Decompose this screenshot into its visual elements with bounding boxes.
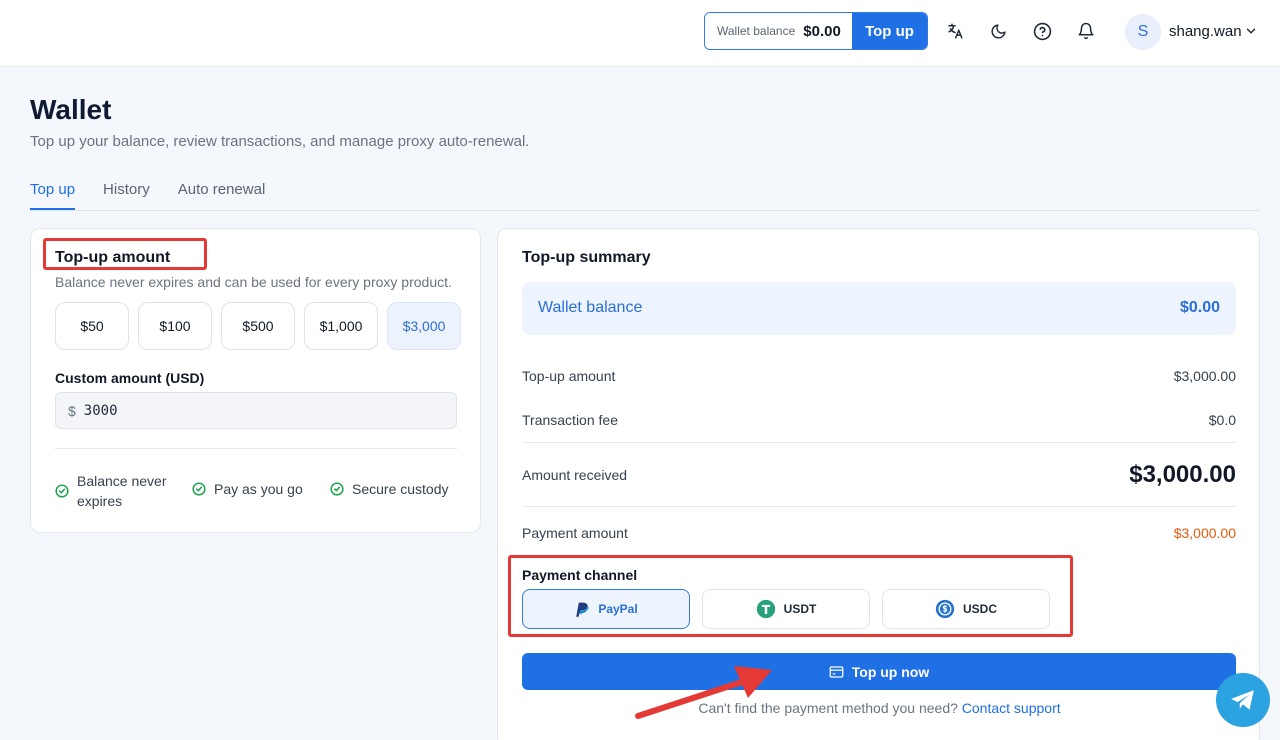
divider xyxy=(522,506,1236,507)
tab-auto-renewal[interactable]: Auto renewal xyxy=(178,181,266,210)
amount-option-3000[interactable]: $3,000 xyxy=(387,302,461,350)
amount-option-100[interactable]: $100 xyxy=(138,302,212,350)
feature-secure-custody: Secure custody xyxy=(330,481,449,497)
help-text: Can't find the payment method you need? … xyxy=(498,700,1261,716)
topup-amount-title: Top-up amount xyxy=(55,249,171,266)
tab-top-up[interactable]: Top up xyxy=(30,181,76,210)
summary-title: Top-up summary xyxy=(522,249,651,266)
channel-label: PayPal xyxy=(598,602,638,616)
custom-amount-input[interactable]: $ 3000 xyxy=(55,392,457,429)
tabs-divider xyxy=(30,210,1260,211)
topup-amount-card: Top-up amount Balance never expires and … xyxy=(30,228,481,533)
top-bar: Wallet balance $0.00 Top up S shang.wan xyxy=(0,0,1280,67)
bell-icon[interactable] xyxy=(1075,20,1097,42)
wallet-balance-value: $0.00 xyxy=(803,22,841,40)
channel-usdc[interactable]: USDC xyxy=(882,589,1050,629)
tab-bar: Top up History Auto renewal xyxy=(30,181,265,210)
summary-row-topup-amount: Top-up amount $3,000.00 xyxy=(522,368,1236,384)
channel-label: USDT xyxy=(783,602,817,616)
feature-pay-as-you-go: Pay as you go xyxy=(192,481,303,497)
check-circle-icon xyxy=(55,484,69,498)
wallet-balance-display: Wallet balance $0.00 xyxy=(705,13,852,49)
translate-icon[interactable] xyxy=(944,20,966,42)
payment-channel-label: Payment channel xyxy=(522,567,638,583)
amount-option-50[interactable]: $50 xyxy=(55,302,129,350)
channel-usdt[interactable]: USDT xyxy=(702,589,870,629)
payment-channels: PayPal USDT USDC xyxy=(522,589,1050,629)
check-circle-icon xyxy=(192,482,206,496)
amount-option-500[interactable]: $500 xyxy=(221,302,295,350)
annotation-arrow xyxy=(635,666,772,719)
wallet-balance-pill: Wallet balance $0.00 Top up xyxy=(704,12,928,50)
summary-row-fee: Transaction fee $0.0 xyxy=(522,412,1236,428)
divider xyxy=(55,448,457,449)
paypal-icon xyxy=(576,602,590,617)
page-subtitle: Top up your balance, review transactions… xyxy=(30,133,530,150)
row-label: Amount received xyxy=(522,467,628,483)
row-value: $0.0 xyxy=(1208,412,1236,428)
row-value: $3,000.00 xyxy=(1173,525,1236,541)
currency-prefix: $ xyxy=(68,402,76,419)
telegram-chat-button[interactable] xyxy=(1216,673,1270,727)
feature-label: Balance never expires xyxy=(77,473,167,509)
divider xyxy=(522,442,1236,443)
username[interactable]: shang.wan xyxy=(1169,23,1242,40)
header-topup-button[interactable]: Top up xyxy=(852,13,927,49)
contact-support-link[interactable]: Contact support xyxy=(962,700,1061,716)
tab-history[interactable]: History xyxy=(103,181,150,210)
chevron-down-icon[interactable] xyxy=(1244,24,1258,43)
amount-option-1000[interactable]: $1,000 xyxy=(304,302,378,350)
amount-options: $50 $100 $500 $1,000 $3,000 xyxy=(55,302,461,350)
telegram-icon xyxy=(1231,690,1254,710)
channel-paypal[interactable]: PayPal xyxy=(522,589,690,629)
summary-row-payment: Payment amount $3,000.00 xyxy=(522,525,1236,541)
moon-icon[interactable] xyxy=(987,20,1009,42)
topup-now-label: Top up now xyxy=(851,663,930,680)
row-label: Transaction fee xyxy=(522,412,618,428)
topup-amount-subtitle: Balance never expires and can be used fo… xyxy=(55,274,452,290)
row-label: Top-up amount xyxy=(522,368,616,384)
tether-icon xyxy=(756,599,775,619)
feature-label: Pay as you go xyxy=(214,481,303,497)
summary-balance-value: $0.00 xyxy=(1179,299,1220,316)
feature-label: Secure custody xyxy=(352,481,449,497)
wallet-icon xyxy=(829,665,844,678)
help-icon[interactable] xyxy=(1031,20,1053,42)
row-value: $3,000.00 xyxy=(1173,368,1236,384)
row-label: Payment amount xyxy=(522,525,628,541)
topup-summary-card: Top-up summary Wallet balance $0.00 Top-… xyxy=(497,228,1260,740)
channel-label: USDC xyxy=(962,602,997,616)
avatar[interactable]: S xyxy=(1125,14,1161,50)
check-circle-icon xyxy=(330,482,344,496)
page-title: Wallet xyxy=(30,94,112,125)
usdc-icon xyxy=(935,599,955,619)
wallet-balance-box: Wallet balance $0.00 xyxy=(522,282,1236,335)
custom-amount-value[interactable]: 3000 xyxy=(84,403,118,419)
summary-row-received: Amount received $3,000.00 xyxy=(522,461,1236,489)
row-value: $3,000.00 xyxy=(1129,461,1236,488)
feature-balance-never-expires: Balance never expires xyxy=(55,471,177,511)
summary-balance-label: Wallet balance xyxy=(538,299,643,316)
wallet-balance-label: Wallet balance xyxy=(717,24,796,38)
custom-amount-label: Custom amount (USD) xyxy=(55,370,205,386)
